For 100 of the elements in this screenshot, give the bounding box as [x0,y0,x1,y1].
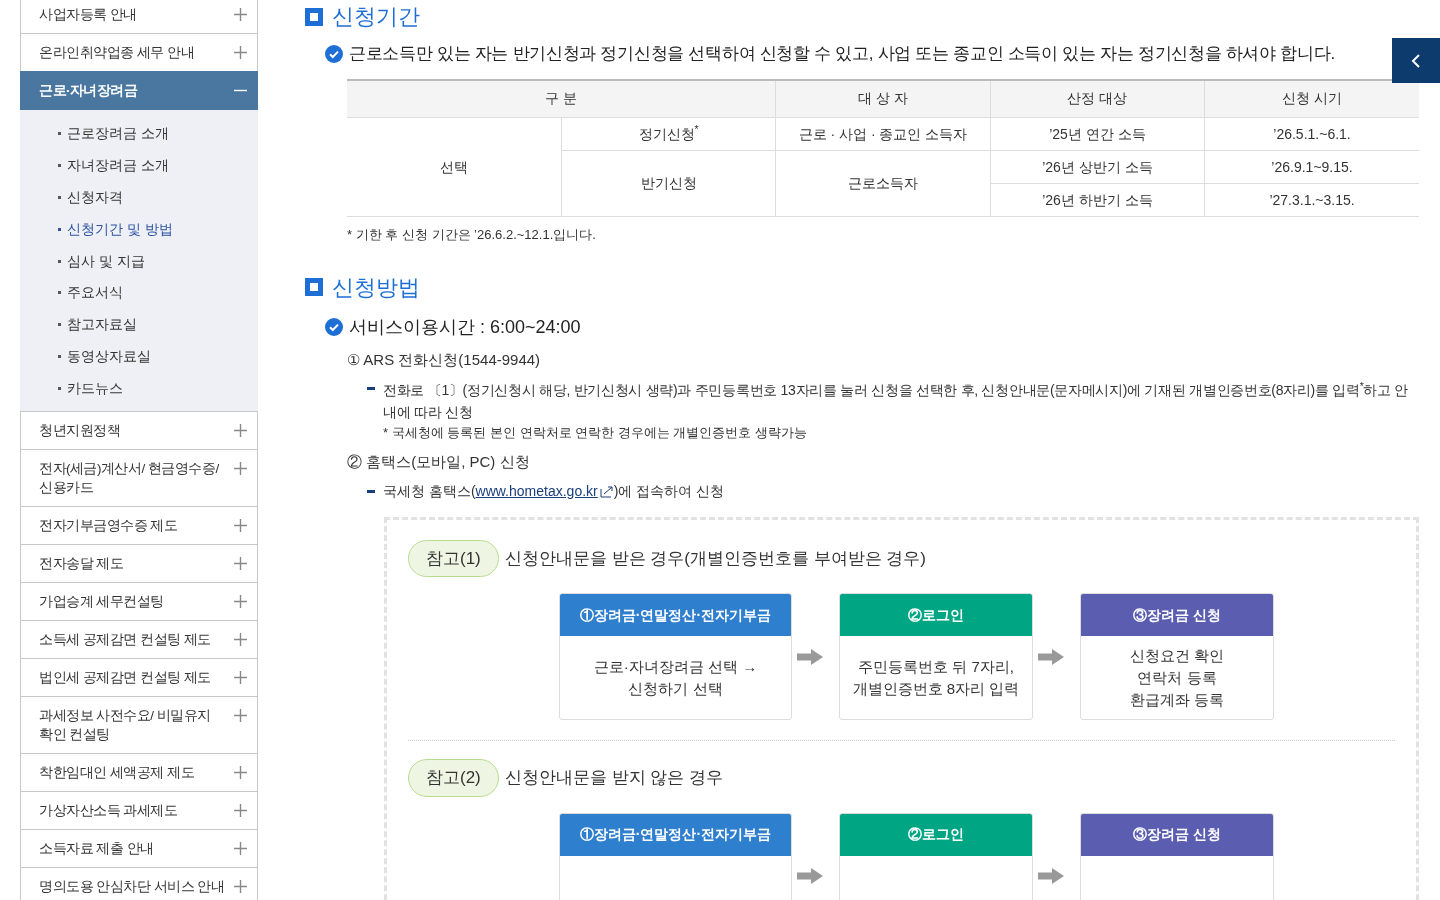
sidebar-item[interactable]: 과세정보 사전수요/ 비밀유지 확인 컨설팅 [20,696,258,755]
check-icon [325,318,343,336]
submenu-item[interactable]: 주요서식 [67,282,123,304]
sidebar-item[interactable]: 법인세 공제감면 컨설팅 제도 [20,658,258,698]
plus-icon [234,633,247,647]
plus-icon [234,424,247,438]
plus-icon [234,880,247,894]
plus-icon [234,709,247,723]
bullet-icon [58,323,61,327]
plus-icon [234,842,247,856]
square-bullet-icon [305,7,323,26]
plus-icon [234,671,247,685]
step-text: 개별인증번호 8자리 입력 [852,678,1020,699]
arrow-icon [1038,868,1064,884]
plus-icon [234,8,247,21]
table-cell: 선택 [347,117,562,217]
check-icon [325,44,343,63]
sidebar-item[interactable]: 소득자료 제출 안내 [20,829,258,869]
submenu-item[interactable]: 동영상자료실 [67,345,151,367]
bullet-icon [58,132,61,136]
bullet-icon [58,259,61,263]
section-heading: 신청기간 [332,3,420,31]
step-header: ②로그인 [840,813,1032,856]
plus-icon [234,595,247,609]
step-header: ②로그인 [840,594,1032,636]
plus-icon [234,766,247,780]
plus-icon [234,462,247,476]
submenu-item[interactable]: 신청자격 [67,187,123,208]
table-cell: 근로소득자 [775,150,991,217]
dash-icon [367,387,375,390]
sidebar-item[interactable]: 명의도용 안심차단 서비스 안내 [20,867,258,900]
method-text: 전화로 〔1〕(정기신청시 해당, 반기신청시 생략)과 주민등록번호 13자리를 눌러 신청을 선택한 후, 신청안내문(문자메시지)에 기재된 개별인증번호(8자리)를 입력$^{*}$하고 안내에 따라 신청 [383,379,1410,422]
bullet-icon [58,291,61,295]
method-title: ① ARS 전화신청(1544-9944) [347,349,542,370]
table-cell: ’26.9.1~9.15. [1204,150,1419,184]
arrow-icon [797,648,823,665]
square-bullet-icon [305,278,323,296]
step-text: 근로·자녀장려금 선택 → [593,656,758,677]
table-cell: 정기신청$^{*}$ [561,117,776,151]
method-title: ② 홈택스(모바일, PC) 신청 [347,452,531,472]
method-note: * 국세청에 등록된 본인 연락처로 연락한 경우에는 개별인증번호 생략가능 [383,424,808,442]
step-text: 연락처 등록 [1137,667,1217,688]
bullet-icon [58,196,61,199]
sidebar-item[interactable]: 사업자등록 안내 [20,0,258,34]
hometax-link[interactable]: www.hometax.go.kr [475,482,598,499]
bullet-icon [58,386,61,390]
submenu-item[interactable]: 근로장려금 소개 [67,123,169,145]
sidebar-item[interactable]: 가업승계 세무컨설팅 [20,582,258,622]
column-header: 대 상 자 [775,79,991,118]
bullet-icon [58,227,61,231]
arrow-icon [797,868,823,884]
section-heading: 신청방법 [332,273,420,302]
table-cell: ’26.5.1.~6.1. [1204,117,1419,151]
column-header: 산정 대상 [990,79,1205,118]
sidebar-item[interactable]: 전자(세금)계산서/ 현금영수증/ 신용카드 [20,449,258,508]
arrow-icon [1038,648,1064,665]
table-cell: ’26년 상반기 소득 [990,150,1205,184]
plus-icon [234,46,247,59]
sidebar-item[interactable]: 소득세 공제감면 컨설팅 제도 [20,620,258,660]
step-header: ①장려금·연말정산·전자기부금 [560,594,791,636]
sidebar-item[interactable]: 전자송달 제도 [20,544,258,584]
bullet-icon [58,354,61,358]
plus-icon [234,804,247,818]
sidebar-item[interactable]: 온라인취약업종 세무 안내 [20,33,258,72]
submenu-item[interactable]: 카드뉴스 [67,377,123,399]
notice-text: 서비스이용시간 : 6:00~24:00 [349,315,581,339]
step-header: ③장려금 신청 [1081,594,1273,636]
submenu-item[interactable]: 신청기간 및 방법 [67,218,173,240]
notice-text: 근로소득만 있는 자는 반기신청과 정기신청을 선택하여 신청할 수 있고, 사업 또는 종교인 소득이 있는 자는 정기신청을 하셔야 합니다. [349,43,1335,65]
step-header: ①장려금·연말정산·전자기부금 [560,813,791,856]
sidebar-item[interactable]: 가상자산소득 과세제도 [20,791,258,831]
table-cell: ’25년 연간 소득 [990,117,1205,151]
sidebar-item[interactable]: 착한임대인 세액공제 제도 [20,753,258,793]
collapse-button[interactable] [1392,38,1440,83]
reference-badge: 참고(2) [408,759,499,797]
bullet-icon [58,164,61,168]
step-text: 주민등록번호 뒤 7자리, [858,656,1014,677]
submenu-item[interactable]: 참고자료실 [67,314,137,336]
dash-icon [367,489,375,493]
reference-title: 신청안내문을 받지 않은 경우 [504,767,723,789]
table-cell: 반기신청 [561,150,776,217]
submenu-item[interactable]: 심사 및 지급 [67,250,145,272]
external-link-icon [599,485,614,498]
footnote-text: * 기한 후 신청 기간은 ’26.6.2.~12.1.입니다. [347,226,597,244]
plus-icon [234,557,247,571]
sidebar-item[interactable]: 전자기부금영수증 제도 [20,506,258,546]
step-text: 신청하기 선택 [628,678,723,699]
step-text: 신청요건 확인 [1129,645,1225,666]
table-cell: 근로 · 사업 · 종교인 소득자 [775,117,991,151]
plus-icon [234,519,247,533]
submenu-item[interactable]: 자녀장려금 소개 [67,155,169,177]
chevron-left-icon [1411,52,1421,69]
sidebar-item[interactable]: 근로·자녀장려금 [20,71,258,110]
table-cell: ’26년 하반기 소득 [990,183,1205,217]
method-text: 국세청 홈택스(www.hometax.go.kr )에 접속하여 신청 [383,481,725,501]
reference-badge: 참고(1) [408,539,499,577]
step-text: 환급계좌 등록 [1129,689,1225,710]
table-cell: ’27.3.1.~3.15. [1204,183,1419,217]
reference-title: 신청안내문을 받은 경우(개별인증번호를 부여받은 경우) [504,547,926,570]
sidebar-item[interactable]: 청년지원정책 [20,411,258,451]
